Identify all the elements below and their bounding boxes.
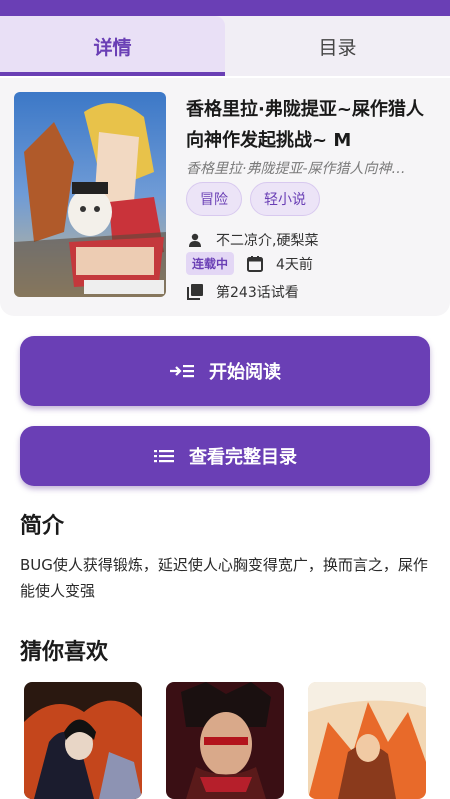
read-icon [169, 363, 195, 379]
person-icon [186, 231, 204, 249]
list-icon [153, 448, 175, 464]
recommend-list [24, 682, 426, 799]
tab-details[interactable]: 详情 [0, 16, 225, 76]
status-bar [0, 0, 450, 16]
view-catalog-button[interactable]: 查看完整目录 [20, 426, 430, 486]
tag-list: 冒险 轻小说 [186, 182, 320, 216]
start-reading-button[interactable]: 开始阅读 [20, 336, 430, 406]
tab-catalog[interactable]: 目录 [225, 16, 450, 76]
comic-title: 香格里拉·弗陇提亚~屎作猎人向神作发起挑战~ M [186, 99, 424, 151]
intro-heading: 简介 [20, 514, 65, 539]
update-time: 4天前 [276, 256, 313, 273]
author-row: 不二凉介,硬梨菜 [186, 230, 318, 250]
comic-cover-image[interactable] [14, 92, 166, 297]
recommend-item-3[interactable] [308, 682, 426, 799]
start-reading-label: 开始阅读 [209, 362, 281, 383]
trial-row: 第243话试看 [186, 282, 299, 302]
status-row: 连载中 4天前 [186, 252, 313, 275]
comic-subtitle: 香格里拉·弗陇提亚-屎作猎人向神… [186, 161, 406, 177]
recommend-item-1[interactable] [24, 682, 142, 799]
calendar-icon [246, 255, 264, 273]
tab-bar: 详情 目录 [0, 16, 450, 76]
intro-text: BUG使人获得锻炼，延迟使人心胸变得宽广，换而言之，屎作能使人变强 [20, 556, 428, 600]
library-icon [186, 283, 204, 301]
recommend-heading: 猜你喜欢 [20, 640, 109, 665]
trial-chapter[interactable]: 第243话试看 [216, 282, 299, 302]
serial-status-badge: 连载中 [186, 252, 235, 275]
recommend-item-2[interactable] [166, 682, 284, 799]
tag-light-novel[interactable]: 轻小说 [250, 182, 320, 216]
view-catalog-label: 查看完整目录 [189, 447, 297, 468]
tag-adventure[interactable]: 冒险 [186, 182, 242, 216]
author-names: 不二凉介,硬梨菜 [216, 233, 319, 249]
comic-info-card: 香格里拉·弗陇提亚~屎作猎人向神作发起挑战~ M 香格里拉·弗陇提亚-屎作猎人向… [0, 78, 450, 316]
